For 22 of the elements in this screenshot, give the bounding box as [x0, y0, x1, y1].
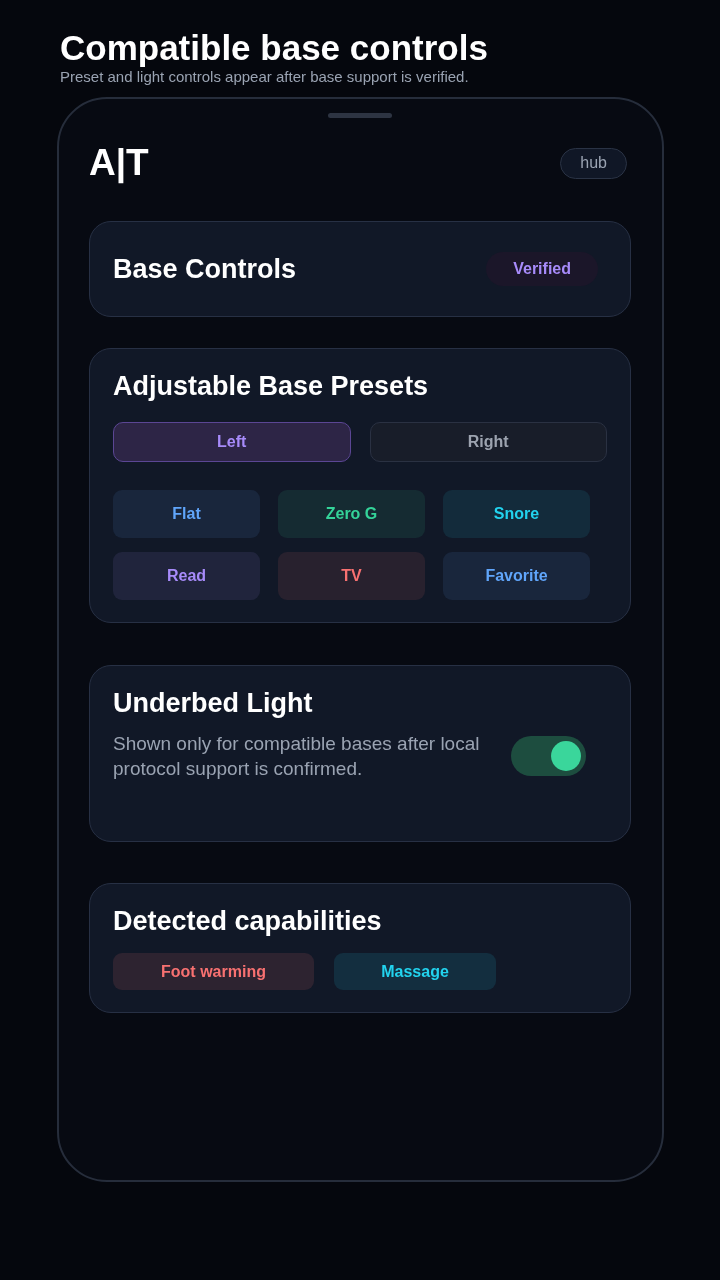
card-title: Adjustable Base Presets — [113, 371, 430, 402]
phone-handle — [328, 113, 392, 118]
card-title: Detected capabilities — [113, 906, 383, 937]
page-title: Compatible base controls — [60, 28, 489, 68]
light-toggle[interactable] — [511, 736, 586, 776]
preset-button[interactable]: TV — [278, 552, 425, 600]
capability-tag: Foot warming — [113, 953, 314, 990]
side-tab[interactable]: Right — [369, 422, 607, 462]
preset-button[interactable]: Snore — [443, 490, 590, 538]
capability-tag: Massage — [334, 953, 496, 990]
preset-button[interactable]: Favorite — [443, 552, 590, 600]
card-title: Underbed Light — [113, 688, 314, 719]
light-description: Shown only for compatible bases after local protocol support is confirmed. — [113, 732, 481, 781]
side-tab[interactable]: Left — [113, 422, 351, 462]
hub-button[interactable]: hub — [560, 147, 627, 179]
preset-button[interactable]: Flat — [113, 490, 260, 538]
preset-button[interactable]: Read — [113, 552, 260, 600]
preset-button[interactable]: Zero G — [278, 490, 425, 538]
status-badge: Verified — [486, 252, 598, 286]
page-subtitle: Preset and light controls appear after base support is verified. — [60, 68, 470, 85]
card-title: Base Controls — [113, 253, 297, 285]
app-logo: A|T — [89, 142, 149, 184]
